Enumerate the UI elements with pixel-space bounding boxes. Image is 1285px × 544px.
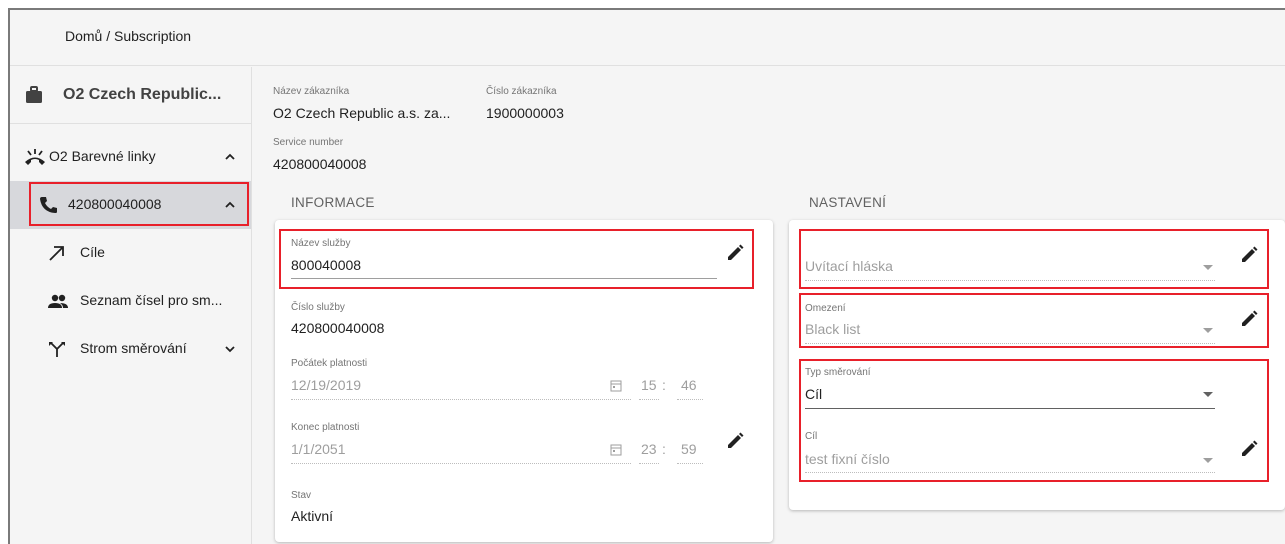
sidebar-item-label: Cíle — [80, 244, 105, 260]
sidebar-item-label: O2 Barevné linky — [49, 148, 156, 164]
app-window: Domů / Subscription O2 Czech Republic...… — [8, 8, 1285, 544]
valid-from-minute[interactable]: 46 — [681, 377, 697, 393]
time-separator: : — [662, 377, 666, 393]
valid-from-date-underline — [291, 399, 631, 400]
highlight-box — [799, 293, 1269, 348]
minute-underline — [677, 399, 703, 400]
calendar-icon[interactable] — [610, 379, 622, 392]
valid-from-hour[interactable]: 15 — [641, 377, 657, 393]
valid-to-date-underline — [291, 463, 631, 464]
service-number-value: 420800040008 — [273, 156, 367, 172]
sidebar: O2 Czech Republic... O2 Barevné linky 42… — [10, 67, 252, 544]
state-label: Stav — [291, 490, 312, 501]
briefcase-icon — [26, 86, 42, 103]
chevron-down-icon — [225, 346, 235, 353]
customer-name-value: O2 Czech Republic a.s. za... — [273, 105, 451, 121]
highlight-box — [799, 229, 1269, 289]
sidebar-item-seznam-cisel[interactable]: Seznam čísel pro sm... — [10, 277, 251, 325]
sidebar-item-cile[interactable]: Cíle — [10, 229, 251, 277]
service-number-field-label: Číslo služby — [291, 302, 345, 313]
service-number-field-value: 420800040008 — [291, 320, 385, 336]
valid-to-minute[interactable]: 59 — [681, 441, 697, 457]
breadcrumb[interactable]: Domů / Subscription — [65, 28, 191, 44]
people-icon — [48, 294, 68, 308]
chevron-up-icon — [225, 153, 235, 160]
time-separator: : — [662, 441, 666, 457]
customer-number-value: 1900000003 — [486, 105, 564, 121]
valid-from-date[interactable]: 12/19/2019 — [291, 377, 361, 393]
phone-ringing-icon — [25, 149, 45, 165]
section-title-informace: INFORMACE — [291, 195, 375, 210]
customer-number-label: Číslo zákazníka — [486, 86, 557, 97]
arrow-up-right-icon — [49, 246, 64, 261]
sidebar-item-barevne-linky[interactable]: O2 Barevné linky — [10, 133, 251, 181]
state-value: Aktivní — [291, 508, 334, 524]
valid-from-label: Počátek platnosti — [291, 358, 368, 369]
top-bar: Domů / Subscription — [10, 10, 1285, 66]
routing-tree-icon — [49, 342, 65, 357]
sidebar-item-label: Strom směrování — [80, 340, 187, 356]
section-title-nastaveni: NASTAVENÍ — [809, 195, 887, 210]
company-header[interactable]: O2 Czech Republic... — [10, 67, 251, 124]
valid-to-date[interactable]: 1/1/2051 — [291, 441, 346, 457]
calendar-icon[interactable] — [610, 443, 622, 456]
minute-underline — [677, 463, 703, 464]
edit-validity-icon[interactable] — [726, 432, 744, 450]
highlight-box — [279, 229, 754, 289]
valid-to-label: Konec platnosti — [291, 422, 360, 433]
company-name: O2 Czech Republic... — [63, 86, 222, 103]
hour-underline — [639, 463, 659, 464]
highlight-box — [799, 359, 1269, 482]
sidebar-item-label: Seznam čísel pro sm... — [80, 292, 223, 308]
customer-name-label: Název zákazníka — [273, 86, 350, 97]
valid-to-hour[interactable]: 23 — [641, 441, 657, 457]
service-number-label: Service number — [273, 137, 344, 148]
main-content: Název zákazníka O2 Czech Republic a.s. z… — [253, 67, 1285, 544]
sidebar-item-strom-smerovani[interactable]: Strom směrování — [10, 325, 251, 373]
hour-underline — [639, 399, 659, 400]
highlight-box — [29, 182, 249, 226]
